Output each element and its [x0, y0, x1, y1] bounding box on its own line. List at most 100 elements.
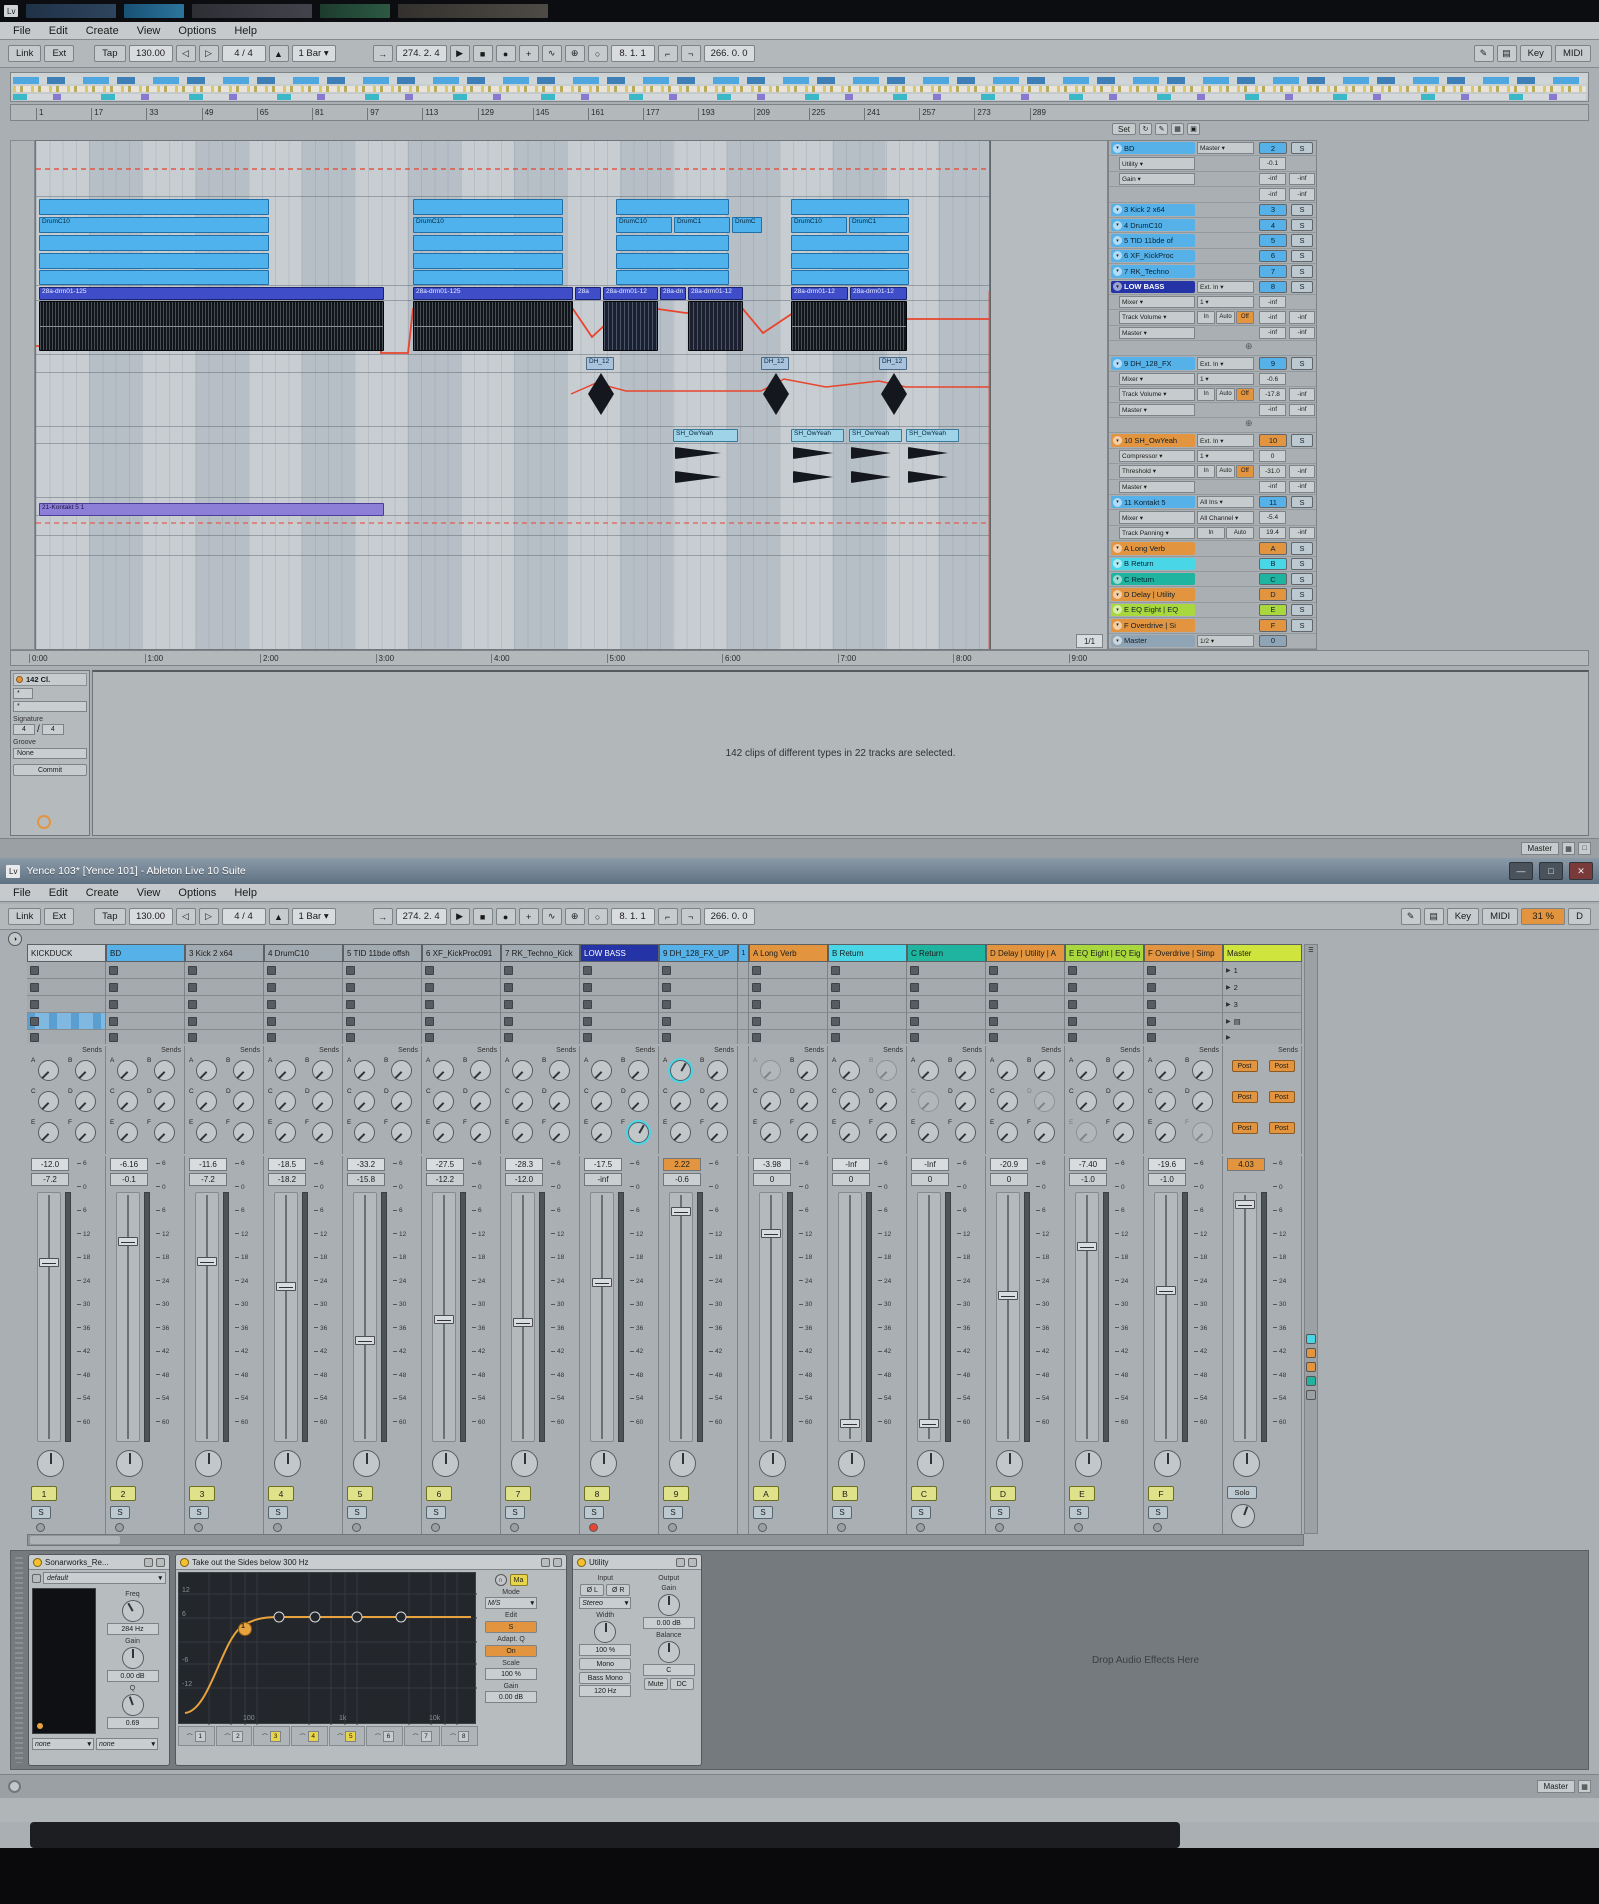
clip-stop-icon[interactable]: [583, 999, 592, 1009]
send-knob-f[interactable]: [75, 1122, 96, 1143]
track-activator[interactable]: 5: [347, 1486, 373, 1501]
menu-view[interactable]: View: [128, 885, 170, 901]
pan-knob[interactable]: [511, 1450, 538, 1477]
send-knob-b[interactable]: [876, 1060, 897, 1081]
follow-icon[interactable]: →: [372, 908, 393, 925]
fold-icon[interactable]: ▾: [1113, 436, 1122, 446]
session-record-icon[interactable]: ○: [587, 45, 608, 62]
scene-launch-icon[interactable]: ▶: [1226, 1018, 1231, 1025]
clip-stop-icon[interactable]: [346, 999, 355, 1009]
arrangement-clip[interactable]: 28a-drm01-12: [850, 287, 907, 300]
menu-create[interactable]: Create: [77, 23, 128, 39]
loop-length[interactable]: 266. 0. 0: [703, 908, 755, 925]
arm-button[interactable]: [916, 1523, 925, 1532]
clip-slot[interactable]: [986, 962, 1064, 979]
send-knob-f[interactable]: [1192, 1122, 1213, 1143]
clip-slot[interactable]: [106, 979, 184, 996]
track-number[interactable]: 11: [1259, 495, 1287, 509]
value-box[interactable]: 19.4: [1259, 526, 1286, 540]
send-knob-c[interactable]: [760, 1091, 781, 1112]
send-knob-a[interactable]: [997, 1060, 1018, 1081]
sends-toggle-button[interactable]: [1306, 1348, 1316, 1358]
band-toggle[interactable]: 4: [307, 1730, 319, 1742]
key-map-button[interactable]: Key: [1519, 45, 1552, 62]
session-track-header[interactable]: D Delay | Utility | A: [986, 944, 1065, 962]
arrangement-clip[interactable]: [675, 471, 721, 483]
filter-type-icon[interactable]: ⌒: [187, 1732, 193, 1741]
send-knob-b[interactable]: [1113, 1060, 1134, 1081]
arrangement-clip[interactable]: DrumC10: [616, 217, 672, 233]
solo-button[interactable]: S: [1291, 357, 1313, 370]
clip-stop-icon[interactable]: [30, 965, 39, 975]
gain-value[interactable]: 0.00 dB: [106, 1670, 159, 1682]
gain-value[interactable]: 0.00 dB: [485, 1691, 537, 1703]
send-knob-d[interactable]: [955, 1091, 976, 1112]
arrangement-clip[interactable]: DrumC10: [39, 217, 269, 233]
solo-button[interactable]: S: [1291, 142, 1313, 155]
send-knob-d[interactable]: [391, 1091, 412, 1112]
arm-button[interactable]: [115, 1523, 124, 1532]
ext-button[interactable]: Ext: [44, 45, 75, 62]
volume-value[interactable]: 2.22: [663, 1158, 701, 1171]
clip-slot[interactable]: [501, 962, 579, 979]
volume-fader[interactable]: [195, 1192, 219, 1442]
track-header[interactable]: ▾ F Overdrive | Si: [1111, 619, 1195, 632]
solo-button[interactable]: S: [1148, 1506, 1168, 1519]
session-track-header[interactable]: 3 Kick 2 x64: [185, 944, 264, 962]
clip-stop-icon[interactable]: [425, 1016, 434, 1026]
clip-stop-icon[interactable]: [662, 982, 671, 992]
clip-stop-all-cell[interactable]: [580, 1030, 659, 1044]
clip-stop-icon[interactable]: [1147, 999, 1156, 1009]
clip-stop-icon[interactable]: [1068, 999, 1077, 1009]
arrangement-clip[interactable]: [616, 253, 729, 269]
peak-value[interactable]: 0: [911, 1173, 949, 1186]
solo-button[interactable]: S: [1069, 1506, 1089, 1519]
band-toggle[interactable]: 7: [420, 1730, 432, 1742]
device-drop-area[interactable]: Drop Audio Effects Here: [707, 1554, 1584, 1766]
arrangement-clip[interactable]: [413, 270, 563, 285]
clip-slot[interactable]: [738, 996, 748, 1013]
track-activator[interactable]: A: [753, 1486, 779, 1501]
arrangement-overview[interactable]: [10, 72, 1589, 102]
arrangement-clip[interactable]: [413, 235, 563, 251]
clip-stop-icon[interactable]: [1147, 1032, 1156, 1042]
arm-button[interactable]: [36, 1523, 45, 1532]
clip-slot[interactable]: [907, 962, 985, 979]
send-knob-b[interactable]: [628, 1060, 649, 1081]
fader-handle[interactable]: [592, 1278, 612, 1288]
track-activator[interactable]: 7: [505, 1486, 531, 1501]
lock-envelopes-icon[interactable]: ▣: [1187, 123, 1201, 135]
q-knob[interactable]: [121, 1694, 144, 1716]
value-box[interactable]: -inf: [1289, 188, 1315, 201]
pan-knob[interactable]: [353, 1450, 380, 1477]
track-number[interactable]: E: [1259, 603, 1287, 617]
automation-target-select[interactable]: 1 ▾: [1197, 449, 1254, 463]
bass-mono-freq[interactable]: 120 Hz: [579, 1685, 632, 1697]
arrangement-clip[interactable]: [851, 447, 891, 459]
clip-slot[interactable]: [106, 996, 184, 1013]
send-knob-d[interactable]: [797, 1091, 818, 1112]
arrangement-clip[interactable]: 28a: [575, 287, 601, 300]
send-knob-e[interactable]: [117, 1122, 138, 1143]
send-knob-c[interactable]: [433, 1091, 454, 1112]
volume-fader[interactable]: [353, 1192, 377, 1442]
send-knob-a[interactable]: [38, 1060, 59, 1081]
send-knob-a[interactable]: [591, 1060, 612, 1081]
clip-stop-icon[interactable]: [1147, 1016, 1156, 1026]
xy-display[interactable]: [32, 1588, 96, 1734]
volume-value[interactable]: -18.5: [268, 1158, 306, 1171]
clip-slot[interactable]: [1065, 1013, 1143, 1030]
clip-slot[interactable]: [828, 979, 906, 996]
arrangement-clip[interactable]: DrumC1: [849, 217, 909, 233]
volume-fader[interactable]: [511, 1192, 535, 1442]
clip-slot[interactable]: [106, 962, 184, 979]
solo-button[interactable]: S: [1291, 218, 1313, 232]
mono-button[interactable]: Mono: [579, 1658, 632, 1670]
device-on-button[interactable]: [577, 1557, 586, 1567]
arm-button[interactable]: [1153, 1523, 1162, 1532]
clip-slot[interactable]: [907, 996, 985, 1013]
clip-stop-all-cell[interactable]: [106, 1030, 185, 1044]
eq-band-4[interactable]: ⌒ 4: [290, 1726, 328, 1746]
solo-button[interactable]: S: [268, 1506, 288, 1519]
fold-icon[interactable]: ▾: [1113, 282, 1122, 292]
